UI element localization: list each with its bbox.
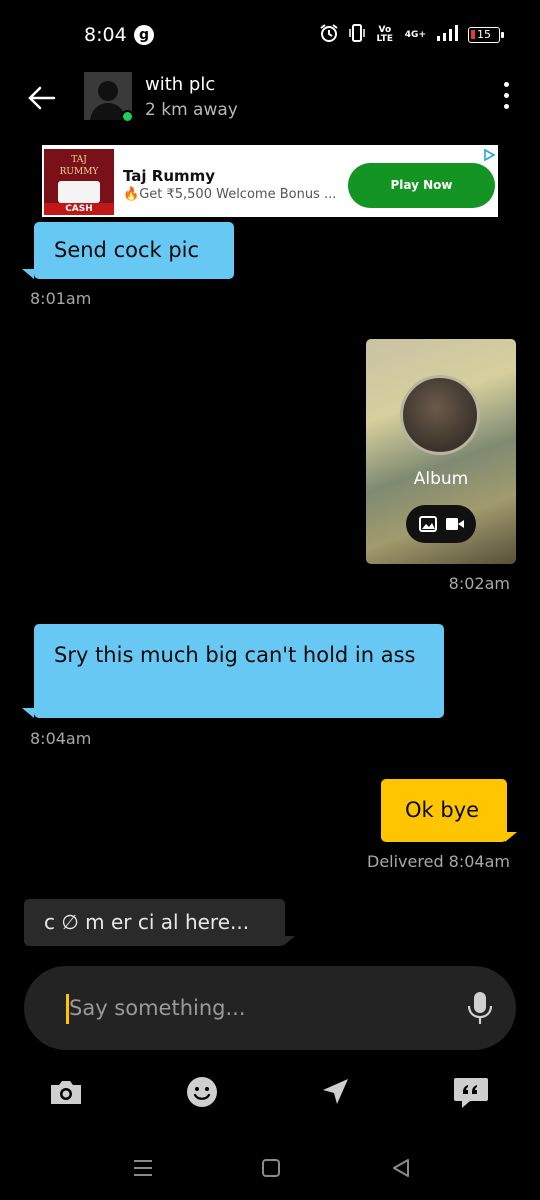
google-notification-icon: g [134,25,154,45]
send-location-button[interactable] [318,1074,358,1114]
incoming-message-bubble[interactable]: Sry this much big can't hold in ass [34,624,444,718]
photo-icon [419,516,437,532]
status-bar: 8:04 g Vo LTE 4G+ 15 [0,0,540,70]
back-nav-button[interactable] [389,1156,413,1180]
fire-icon: 🔥 [123,187,140,202]
message-text: Sry this much big can't hold in ass [54,643,416,667]
volte-label: Vo LTE [376,25,394,44]
bubble-tail [22,708,34,718]
recent-apps-button[interactable] [131,1156,155,1180]
signal-icon [436,24,458,46]
delivery-status: Delivered 8:04am [367,852,510,871]
message-timestamp: 8:01am [30,289,92,308]
bubble-tail [283,936,295,946]
message-text: Send cock pic [54,238,200,262]
commercial-notice-bubble: c ∅ m er ci al here... [24,899,285,946]
message-timestamp: 8:04am [30,729,92,748]
album-media-types [406,505,476,543]
ad-logo-line2: RUMMY [59,167,99,177]
chat-toolbar [0,1070,540,1116]
ad-logo: TAJ RUMMY CASH [44,149,114,215]
album-message-card[interactable]: Album [366,339,516,564]
message-text: Ok bye [405,798,480,822]
microphone-icon [467,992,493,1024]
message-timestamp: 8:02am [448,574,510,593]
ad-logo-badge: CASH [44,203,114,215]
ad-logo-line1: TAJ [71,155,87,165]
bubble-tail [22,269,34,279]
online-status-dot [121,110,134,123]
message-composer [24,966,516,1050]
playing-cards-icon [58,181,100,203]
saved-phrases-button[interactable] [452,1074,492,1114]
camera-button[interactable] [48,1074,88,1114]
incoming-message-bubble[interactable]: Send cock pic [34,222,234,279]
system-navigation-bar [0,1150,540,1186]
overflow-menu-button[interactable] [500,82,512,112]
dot-icon [503,93,509,98]
dot-icon [503,82,509,87]
ad-description: 🔥Get ₹5,500 Welcome Bonus ... [123,187,336,202]
menu-lines-icon [134,1160,152,1176]
outgoing-message-bubble[interactable]: Ok bye [381,779,507,842]
smiley-icon [187,1077,217,1107]
alarm-icon [319,23,339,47]
album-thumbnail [400,375,480,455]
send-location-icon [323,1079,348,1104]
status-icons: Vo LTE 4G+ 15 [319,23,504,47]
contact-distance: 2 km away [145,100,238,120]
video-icon [446,518,464,530]
emoji-button[interactable] [184,1074,224,1114]
voice-message-button[interactable] [464,990,496,1026]
status-time: 8:04 [84,24,127,46]
home-square-icon [262,1159,280,1177]
message-input[interactable] [69,990,449,1026]
ad-title: Taj Rummy [123,167,216,185]
ad-play-now-button[interactable]: Play Now [348,163,495,208]
battery-icon: 15 [468,27,504,43]
chat-header: with plc 2 km away [0,70,540,140]
ad-choices-icon[interactable] [482,147,496,162]
quote-icon [454,1078,488,1108]
ad-description-text: Get ₹5,500 Welcome Bonus ... [139,187,337,202]
contact-name[interactable]: with plc [145,74,215,95]
album-label: Album [413,469,469,489]
back-triangle-icon [393,1159,409,1177]
bubble-tail [505,832,517,842]
ad-banner[interactable]: TAJ RUMMY CASH Taj Rummy 🔥Get ₹5,500 Wel… [42,145,498,217]
home-button[interactable] [259,1156,283,1180]
camera-icon [51,1081,81,1104]
dot-icon [503,104,509,109]
back-button[interactable] [24,80,64,120]
vibrate-icon [349,23,365,47]
network-gen-label: 4G+ [404,29,426,40]
back-arrow-icon [28,86,56,110]
